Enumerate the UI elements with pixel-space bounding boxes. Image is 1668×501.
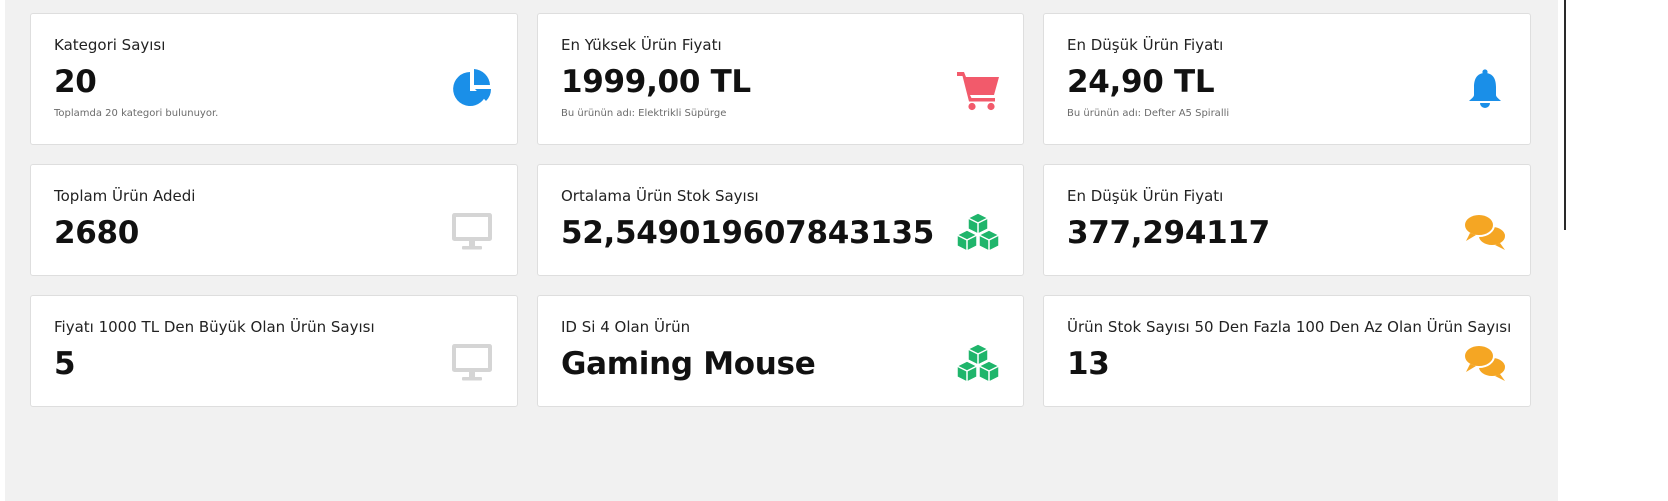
card-value: 5 [54, 346, 76, 382]
stat-card-highest-price: En Yüksek Ürün Fiyatı 1999,00 TL Bu ürün… [537, 13, 1024, 145]
stat-card-stock-50-100: Ürün Stok Sayısı 50 Den Fazla 100 Den Az… [1043, 295, 1531, 407]
stat-card-average-stock: Ortalama Ürün Stok Sayısı 52,54901960784… [537, 164, 1024, 276]
card-subtitle: Bu ürünün adı: Defter A5 Spiralli [1067, 108, 1230, 119]
card-value: 24,90 TL [1067, 64, 1215, 100]
stat-card-lowest-price: En Düşük Ürün Fiyatı 24,90 TL Bu ürünün … [1043, 13, 1531, 145]
monitor-icon [449, 209, 495, 255]
card-value: 2680 [54, 215, 140, 251]
shopping-cart-icon [955, 66, 1001, 112]
card-value: 1999,00 TL [561, 64, 751, 100]
comments-icon [1462, 340, 1508, 386]
card-value: 377,294117 [1067, 215, 1270, 251]
card-title: En Düşük Ürün Fiyatı [1067, 36, 1224, 54]
page: Kategori Sayısı 20 Toplamda 20 kategori … [0, 0, 1668, 501]
card-value: 20 [54, 64, 97, 100]
stat-card-category-count: Kategori Sayısı 20 Toplamda 20 kategori … [30, 13, 518, 145]
stat-card-product-id-4: ID Si 4 Olan Ürün Gaming Mouse [537, 295, 1024, 407]
stat-card-total-products: Toplam Ürün Adedi 2680 [30, 164, 518, 276]
dashboard-content: Kategori Sayısı 20 Toplamda 20 kategori … [5, 0, 1558, 501]
comments-icon [1462, 209, 1508, 255]
card-title: Ortalama Ürün Stok Sayısı [561, 187, 759, 205]
card-value: Gaming Mouse [561, 346, 816, 382]
cubes-icon [955, 209, 1001, 255]
bell-icon [1462, 66, 1508, 112]
card-subtitle: Toplamda 20 kategori bulunuyor. [54, 108, 219, 119]
card-title: Fiyatı 1000 TL Den Büyük Olan Ürün Sayıs… [54, 318, 375, 336]
card-title: Ürün Stok Sayısı 50 Den Fazla 100 Den Az… [1067, 318, 1512, 336]
stat-card-lowest-price-alt: En Düşük Ürün Fiyatı 377,294117 [1043, 164, 1531, 276]
card-value: 52,549019607843135 [561, 215, 935, 251]
card-value: 13 [1067, 346, 1110, 382]
scrollbar[interactable] [1564, 0, 1566, 230]
pie-chart-icon [449, 66, 495, 112]
monitor-icon [449, 340, 495, 386]
card-title: En Düşük Ürün Fiyatı [1067, 187, 1224, 205]
card-title: ID Si 4 Olan Ürün [561, 318, 691, 336]
card-subtitle: Bu ürünün adı: Elektrikli Süpürge [561, 108, 727, 119]
card-title: En Yüksek Ürün Fiyatı [561, 36, 722, 54]
right-gutter [1558, 0, 1568, 501]
stat-card-price-over-1000: Fiyatı 1000 TL Den Büyük Olan Ürün Sayıs… [30, 295, 518, 407]
card-title: Kategori Sayısı [54, 36, 166, 54]
card-title: Toplam Ürün Adedi [54, 187, 196, 205]
cubes-icon [955, 340, 1001, 386]
